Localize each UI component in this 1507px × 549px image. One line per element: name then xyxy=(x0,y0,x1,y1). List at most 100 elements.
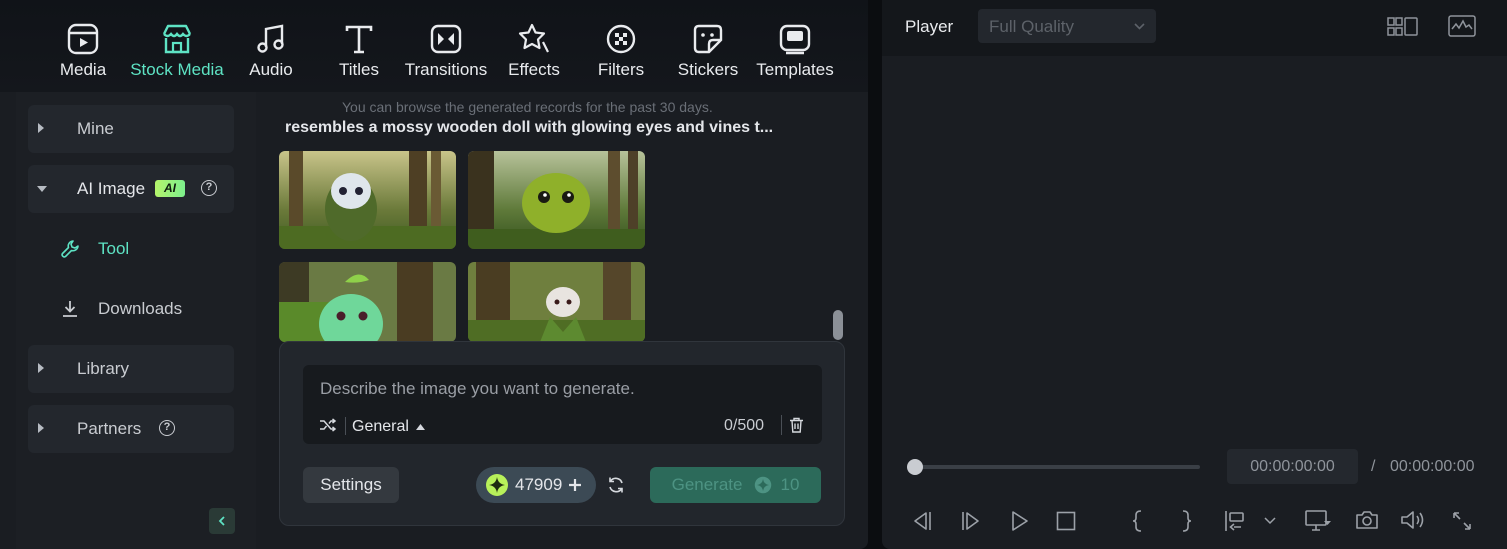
chevron-left-icon xyxy=(218,516,225,526)
sidebar-item-label: Mine xyxy=(77,119,114,138)
settings-button[interactable]: Settings xyxy=(303,467,399,503)
sidebar: Mine AI Image AI ? Tool Downloads Librar… xyxy=(16,92,256,549)
sidebar-item-label: AI Image xyxy=(77,179,146,198)
tab-transitions-label: Transitions xyxy=(404,60,488,79)
tab-titles-label: Titles xyxy=(339,60,379,79)
char-count: 0/500 xyxy=(724,417,765,434)
tab-stickers[interactable]: Stickers xyxy=(676,22,740,86)
fullscreen-icon[interactable] xyxy=(1451,510,1473,532)
playback-slider[interactable] xyxy=(916,465,1200,469)
sidebar-subitem-downloads[interactable]: Downloads xyxy=(60,289,182,329)
caret-down-icon xyxy=(37,186,47,192)
time-separator: / xyxy=(1371,458,1376,475)
sidebar-item-label: Partners xyxy=(77,419,142,438)
shuffle-icon[interactable] xyxy=(319,418,337,432)
prompt-box: General 0/500 xyxy=(303,365,822,444)
style-dropdown[interactable]: General xyxy=(352,416,425,438)
tab-effects[interactable]: Effects xyxy=(506,22,562,86)
chevron-down-icon xyxy=(1134,23,1145,30)
tab-transitions[interactable]: Transitions xyxy=(402,22,490,86)
divider xyxy=(781,415,782,435)
generated-image-1[interactable] xyxy=(279,151,456,249)
grid-view-icon[interactable] xyxy=(1387,16,1419,38)
generated-image-2[interactable] xyxy=(468,151,645,249)
quality-dropdown[interactable]: Full Quality xyxy=(978,9,1156,43)
next-frame-icon[interactable] xyxy=(959,510,983,532)
mark-out-icon[interactable] xyxy=(1179,509,1193,533)
prompt-title: resembles a mossy wooden doll with glowi… xyxy=(285,119,774,136)
collapse-sidebar-button[interactable] xyxy=(209,508,235,534)
refresh-icon[interactable] xyxy=(607,476,625,494)
sidebar-subitem-tool[interactable]: Tool xyxy=(60,229,129,269)
generate-panel: General 0/500 Settings 47909 Generate 10 xyxy=(279,341,845,526)
stickers-icon xyxy=(693,24,723,54)
total-time: 00:00:00:00 xyxy=(1390,458,1475,475)
settings-button-label: Settings xyxy=(320,475,382,494)
prompt-input[interactable] xyxy=(320,379,800,399)
sidebar-item-partners[interactable]: Partners ? xyxy=(28,405,234,453)
transitions-icon xyxy=(430,24,462,54)
tab-stock-media[interactable]: Stock Media xyxy=(126,22,228,86)
previous-frame-icon[interactable] xyxy=(910,510,934,532)
generate-button-label: Generate xyxy=(671,475,743,494)
snapshot-icon[interactable] xyxy=(1355,509,1379,531)
generate-cost: 10 xyxy=(780,475,800,494)
playback-slider-handle[interactable] xyxy=(907,459,923,475)
templates-icon xyxy=(779,24,811,55)
help-icon[interactable]: ? xyxy=(201,180,217,196)
credits-star-icon xyxy=(486,474,508,496)
player-title: Player xyxy=(905,17,954,36)
audio-icon xyxy=(257,24,284,53)
tab-filters-label: Filters xyxy=(597,60,645,79)
scrollbar-thumb[interactable] xyxy=(833,310,843,340)
filters-icon xyxy=(606,24,636,54)
effects-icon xyxy=(518,23,549,53)
chevron-down-icon[interactable] xyxy=(1264,517,1276,525)
sidebar-subitem-label: Downloads xyxy=(98,299,183,318)
help-icon[interactable]: ? xyxy=(159,420,175,436)
divider xyxy=(345,417,346,435)
history-hint: You can browse the generated records for… xyxy=(342,99,713,115)
titles-icon xyxy=(345,25,373,54)
sidebar-item-label: Library xyxy=(77,359,129,378)
sidebar-item-library[interactable]: Library xyxy=(28,345,234,393)
current-time: 00:00:00:00 xyxy=(1227,449,1358,484)
stop-icon[interactable] xyxy=(1056,511,1076,531)
tab-audio-label: Audio xyxy=(249,60,293,79)
sidebar-item-mine[interactable]: Mine xyxy=(28,105,234,153)
left-panel: Media Stock Media Audio Titles Transitio… xyxy=(0,0,868,549)
wrench-icon xyxy=(61,240,79,258)
display-settings-icon[interactable] xyxy=(1304,509,1332,533)
tab-effects-label: Effects xyxy=(508,60,560,79)
tab-templates[interactable]: Templates xyxy=(754,22,836,86)
tab-media-label: Media xyxy=(59,60,107,79)
media-toolbar: Media Stock Media Audio Titles Transitio… xyxy=(0,0,868,92)
stock-media-icon xyxy=(162,24,192,54)
play-icon[interactable] xyxy=(1009,510,1031,532)
tab-media[interactable]: Media xyxy=(56,22,110,86)
tab-templates-label: Templates xyxy=(756,60,834,79)
trash-icon[interactable] xyxy=(789,417,804,433)
caret-right-icon xyxy=(38,423,44,433)
volume-icon[interactable] xyxy=(1400,509,1426,531)
tab-audio[interactable]: Audio xyxy=(246,22,296,86)
credits-button[interactable]: 47909 xyxy=(476,467,596,503)
tab-filters[interactable]: Filters xyxy=(596,22,646,86)
sidebar-item-ai-image[interactable]: AI Image AI ? xyxy=(28,165,234,213)
tab-stickers-label: Stickers xyxy=(677,60,739,79)
tab-titles[interactable]: Titles xyxy=(334,22,384,86)
insert-clip-icon[interactable] xyxy=(1224,510,1246,532)
generated-image-4[interactable] xyxy=(468,262,645,342)
credits-star-icon xyxy=(755,476,772,494)
mark-in-icon[interactable] xyxy=(1131,509,1145,533)
plus-icon xyxy=(569,479,582,491)
generated-image-3[interactable] xyxy=(279,262,456,342)
player-panel: Player Full Quality 00:00:00:00 / 00:00:… xyxy=(882,0,1507,549)
download-icon xyxy=(63,301,77,317)
ai-badge: AI xyxy=(155,180,185,197)
caret-up-icon xyxy=(415,424,425,430)
generate-button[interactable]: Generate 10 xyxy=(650,467,821,503)
waveform-icon[interactable] xyxy=(1448,15,1476,37)
quality-dropdown-value: Full Quality xyxy=(989,17,1075,36)
tab-stock-media-label: Stock Media xyxy=(130,60,224,79)
